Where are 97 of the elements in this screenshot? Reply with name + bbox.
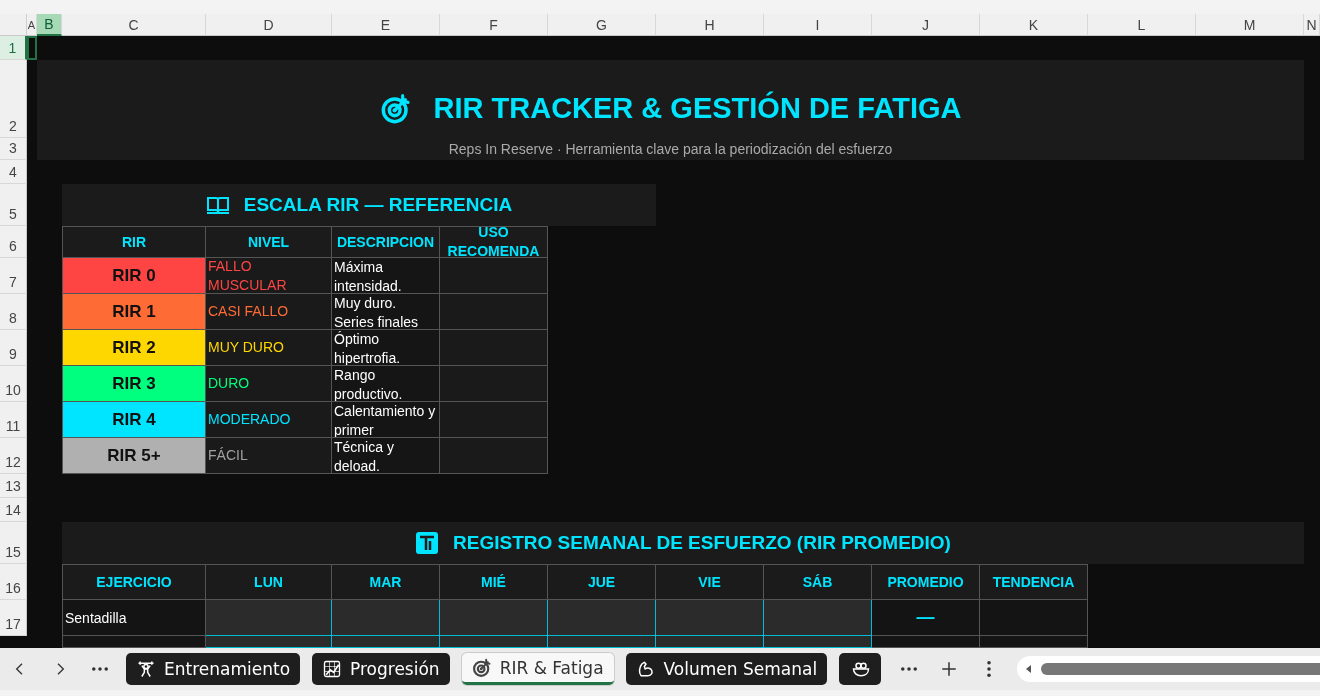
column-heading: PROMEDIO [872,564,980,600]
row-header[interactable]: 6 [0,226,27,258]
column-heading: USO RECOMENDA [440,226,548,258]
column-header[interactable]: M [1196,14,1304,36]
row-header[interactable]: 15 [0,522,27,564]
input-cell[interactable] [548,636,656,648]
row-header[interactable]: 3 [0,138,27,160]
row-header[interactable]: 13 [0,474,27,498]
row-header[interactable]: 12 [0,438,27,474]
rir-cell: RIR 3 [62,366,206,402]
average-cell: — [872,600,980,636]
column-header[interactable]: L [1088,14,1196,36]
row-header[interactable]: 17 [0,600,27,636]
column-header[interactable]: I [764,14,872,36]
rir-cell: RIR 5+ [62,438,206,474]
horizontal-scrollbar[interactable] [1017,656,1320,682]
bowl-icon [851,659,872,679]
input-cell[interactable] [206,636,332,648]
description-cell: Muy duro. Series finales [332,294,440,330]
input-cell[interactable] [440,636,548,648]
input-cell[interactable] [656,600,764,636]
rir-cell: RIR 4 [62,402,206,438]
input-cell[interactable] [440,600,548,636]
sheet-tab[interactable]: Volumen Semanal [625,653,828,685]
row-header[interactable]: 5 [0,184,27,226]
row-header[interactable]: 2 [0,60,27,138]
column-header[interactable]: K [980,14,1088,36]
column-heading: MIÉ [440,564,548,600]
scroll-thumb[interactable] [1041,663,1320,675]
cell-cursor [27,36,37,60]
row-header[interactable]: 11 [0,402,27,438]
column-heading: MAR [332,564,440,600]
column-heading: JUE [548,564,656,600]
column-heading: LUN [206,564,332,600]
column-header[interactable]: N [1304,14,1320,36]
column-header[interactable]: F [440,14,548,36]
plus-icon [940,660,959,678]
input-cell[interactable] [764,636,872,648]
column-header[interactable]: H [656,14,764,36]
sheet-tab[interactable]: Progresión [312,653,450,685]
column-heading: TENDENCIA [980,564,1088,600]
input-cell[interactable] [764,600,872,636]
level-cell: FÁCIL [206,438,332,474]
row-header[interactable]: 4 [0,160,27,184]
description-cell: Rango productivo. [332,366,440,402]
row-header[interactable]: 7 [0,258,27,294]
section-title: ESCALA RIR — REFERENCIA [243,194,513,216]
column-header[interactable]: B [37,14,62,36]
rir-cell: RIR 0 [62,258,206,294]
input-cell[interactable] [332,636,440,648]
level-cell: DURO [206,366,332,402]
line-chart-icon [322,659,343,679]
column-heading: VIE [656,564,764,600]
column-heading: NIVEL [206,226,332,258]
input-cell[interactable] [332,600,440,636]
description-cell: Óptimo hipertrofia. [332,330,440,366]
sheet-title: RIR TRACKER & GESTIÓN DE FATIGA [433,92,962,125]
weightlifter-icon [136,659,156,679]
vertical-dots-icon [987,661,992,677]
column-header[interactable]: C [62,14,206,36]
sheet-tab[interactable]: Entrenamiento [126,653,301,685]
level-cell: MUY DURO [206,330,332,366]
row-header[interactable]: 1 [0,36,27,60]
column-heading: RIR [62,226,206,258]
rir-cell: RIR 2 [62,330,206,366]
more-icon [92,667,108,671]
description-cell: Calentamiento y primer [332,402,440,438]
row-header[interactable]: 14 [0,498,27,522]
column-header[interactable]: G [548,14,656,36]
column-header[interactable]: D [206,14,332,36]
column-header[interactable]: J [872,14,980,36]
column-heading: DESCRIPCION [332,226,440,258]
row-header[interactable]: 8 [0,294,27,330]
column-heading: EJERCICIO [62,564,206,600]
sheet-tab[interactable] [839,653,882,685]
column-header[interactable]: E [332,14,440,36]
sheet-subtitle: Reps In Reserve · Herramienta clave para la periodización del esfuerzo [448,141,893,157]
level-cell: MODERADO [206,402,332,438]
rir-cell: RIR 1 [62,294,206,330]
input-cell[interactable] [656,636,764,648]
description-cell: Máxima intensidad. [332,258,440,294]
target-icon [471,657,492,678]
row-header[interactable]: 10 [0,366,27,402]
level-cell: CASI FALLO [206,294,332,330]
description-cell: Técnica y deload. [332,438,440,474]
section-title: REGISTRO SEMANAL DE ESFUERZO (RIR PROMEDIO) [453,532,951,554]
target-icon [379,92,412,125]
sheet-tab[interactable]: RIR & Fatiga [461,653,614,685]
level-cell: FALLO MUSCULAR [206,258,332,294]
row-header[interactable]: 16 [0,564,27,600]
row-header[interactable]: 9 [0,330,27,366]
input-cell[interactable] [548,600,656,636]
chart-icon [415,531,440,555]
column-heading: SÁB [764,564,872,600]
exercise-cell: Sentadilla [62,600,206,636]
more-icon [901,667,918,671]
input-cell[interactable] [206,600,332,636]
